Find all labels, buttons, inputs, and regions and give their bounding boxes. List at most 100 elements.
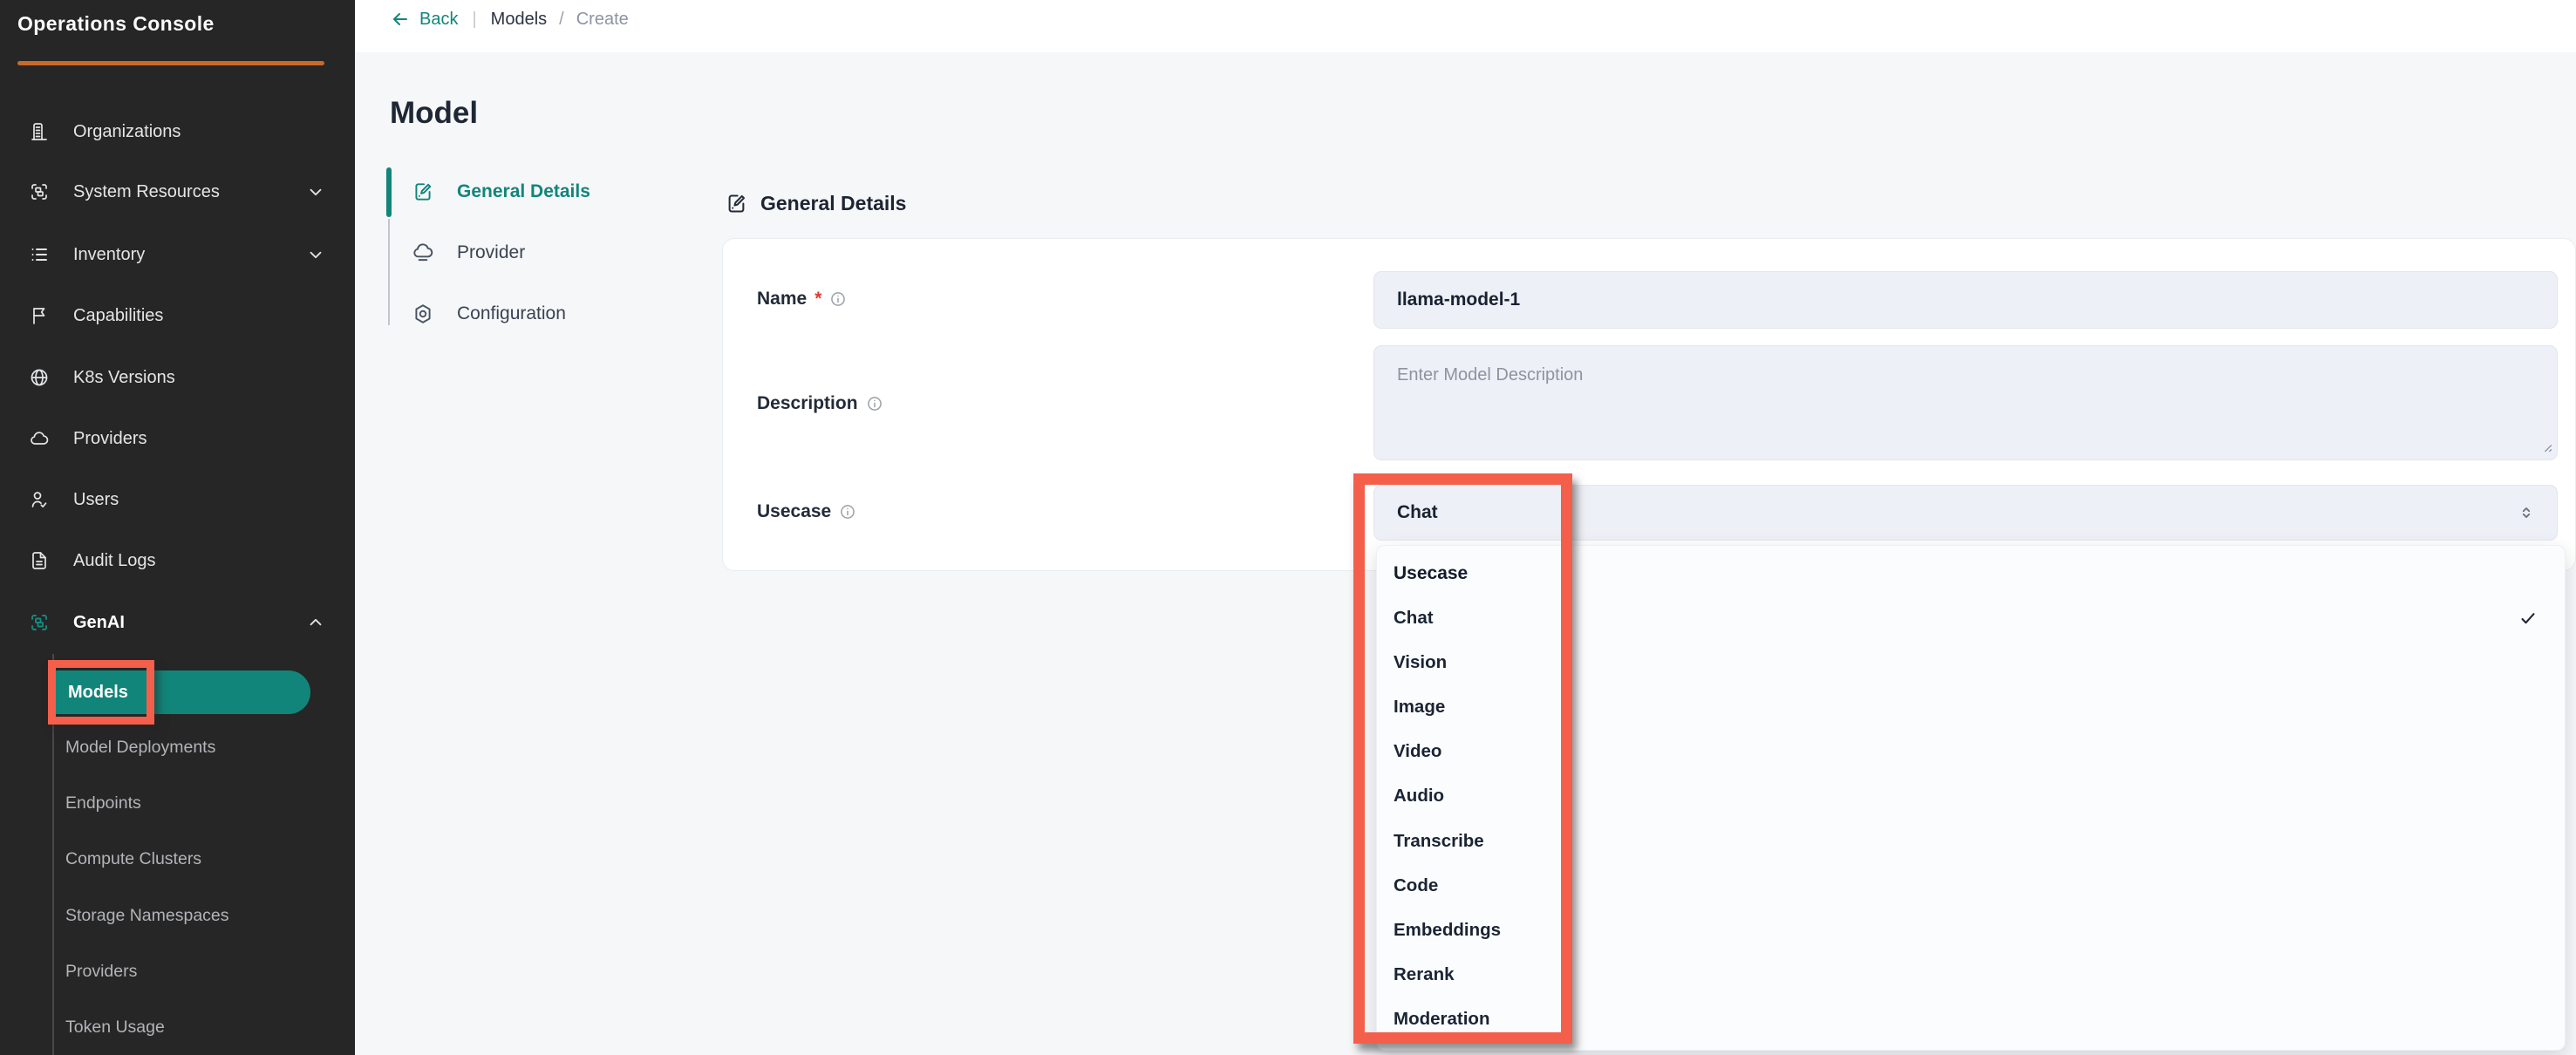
sidebar-item-capabilities[interactable]: Capabilities [0, 295, 355, 337]
info-icon[interactable] [866, 395, 883, 412]
sidebar-subitem-models[interactable]: Models [54, 670, 310, 714]
sidebar-item-label: Providers [73, 429, 147, 449]
option-label: Image [1394, 697, 1445, 718]
option-label: Transcribe [1394, 831, 1484, 852]
label-text: Name [757, 289, 807, 310]
breadcrumb: Back | Models / Create [390, 0, 629, 38]
step-label: Provider [457, 242, 525, 263]
sidebar-subitem-model-deployments[interactable]: Model Deployments [65, 730, 215, 765]
option-label: Moderation [1394, 1009, 1489, 1030]
dropdown-option-rerank[interactable]: Rerank [1377, 953, 2565, 997]
option-label: Vision [1394, 652, 1447, 673]
sidebar-item-label: Capabilities [73, 306, 163, 326]
sidebar-item-users[interactable]: Users [0, 479, 355, 521]
option-label: Code [1394, 875, 1438, 896]
settings-hex-icon [412, 303, 434, 325]
dropdown-option-moderation[interactable]: Moderation [1377, 997, 2565, 1042]
flag-icon [29, 305, 50, 326]
info-icon[interactable] [839, 503, 856, 521]
option-label: Audio [1394, 786, 1444, 807]
sidebar-item-inventory[interactable]: Inventory [0, 234, 355, 276]
dropdown-option-video[interactable]: Video [1377, 730, 2565, 774]
step-track [388, 219, 390, 325]
dropdown-option-vision[interactable]: Vision [1377, 640, 2565, 684]
sidebar-subitem-label: Token Usage [65, 1018, 165, 1038]
check-icon [2518, 608, 2539, 629]
sidebar-item-label: Users [73, 490, 119, 510]
screen: Operations Console Organizations System … [0, 0, 2576, 1055]
sidebar-accent-rule [17, 61, 324, 65]
option-label: Video [1394, 741, 1441, 762]
option-label: Chat [1394, 608, 1434, 629]
breadcrumb-current: Create [576, 10, 629, 30]
sidebar: Operations Console Organizations System … [0, 0, 355, 1055]
sidebar-subitem-endpoints[interactable]: Endpoints [65, 786, 141, 820]
sidebar-subitem-token-usage[interactable]: Token Usage [65, 1010, 165, 1045]
dropdown-option-embeddings[interactable]: Embeddings [1377, 908, 2565, 952]
name-input[interactable] [1373, 271, 2558, 329]
name-label: Name * [757, 289, 847, 310]
page-title: Model [390, 96, 478, 131]
description-textarea[interactable] [1373, 345, 2558, 460]
sidebar-item-organizations[interactable]: Organizations [0, 111, 355, 153]
dropdown-header: Usecase [1377, 552, 2565, 596]
sidebar-item-label: Inventory [73, 245, 145, 265]
step-label: General Details [457, 181, 590, 202]
sidebar-item-label: System Resources [73, 182, 220, 202]
breadcrumb-models-link[interactable]: Models [491, 10, 547, 30]
select-spinner-icon [2517, 503, 2536, 522]
genai-scan-icon [29, 612, 50, 633]
section-header: General Details [725, 192, 906, 215]
scan-icon [29, 181, 50, 202]
sidebar-subitem-label: Storage Namespaces [65, 906, 229, 926]
step-general-details[interactable]: General Details [412, 173, 590, 211]
step-configuration[interactable]: Configuration [412, 295, 566, 333]
dropdown-option-image[interactable]: Image [1377, 684, 2565, 729]
sidebar-item-providers[interactable]: Providers [0, 418, 355, 459]
sidebar-subitem-label: Endpoints [65, 793, 141, 813]
step-label: Configuration [457, 303, 566, 324]
back-arrow-icon[interactable] [390, 9, 411, 30]
breadcrumb-slash: / [559, 10, 564, 30]
resize-handle-icon[interactable] [2536, 436, 2553, 453]
chevron-down-icon [306, 245, 325, 264]
list-icon [29, 244, 50, 265]
chevron-up-icon [306, 613, 325, 632]
sidebar-subitem-providers[interactable]: Providers [65, 954, 137, 989]
dropdown-option-code[interactable]: Code [1377, 863, 2565, 908]
usecase-selected-value: Chat [1397, 502, 1438, 523]
required-asterisk: * [814, 289, 821, 310]
step-provider[interactable]: Provider [412, 234, 525, 272]
sidebar-item-label: Audit Logs [73, 551, 156, 571]
topbar [355, 0, 2576, 52]
cloud-icon [412, 242, 434, 264]
sidebar-item-genai[interactable]: GenAI [0, 602, 355, 643]
option-label: Embeddings [1394, 920, 1501, 941]
info-icon[interactable] [829, 290, 847, 308]
sidebar-subitem-storage-namespaces[interactable]: Storage Namespaces [65, 898, 229, 933]
dropdown-option-transcribe[interactable]: Transcribe [1377, 819, 2565, 863]
usecase-select[interactable]: Chat [1373, 485, 2558, 541]
breadcrumb-back-link[interactable]: Back [419, 10, 458, 30]
usecase-dropdown: Usecase Chat Vision Image Video Audio Tr… [1376, 545, 2566, 1051]
sidebar-subitem-label: Models [68, 683, 128, 703]
cloud-icon [29, 428, 50, 449]
globe-icon [29, 367, 50, 388]
dropdown-option-chat[interactable]: Chat [1377, 596, 2565, 640]
label-text: Description [757, 393, 858, 414]
doc-edit-icon [725, 192, 748, 215]
sidebar-item-system-resources[interactable]: System Resources [0, 171, 355, 213]
chevron-down-icon [306, 182, 325, 201]
sidebar-subitem-compute-clusters[interactable]: Compute Clusters [65, 841, 201, 876]
sidebar-item-label: K8s Versions [73, 368, 175, 388]
app-title: Operations Console [17, 12, 215, 36]
option-label: Rerank [1394, 964, 1455, 985]
sidebar-item-k8s-versions[interactable]: K8s Versions [0, 357, 355, 398]
dropdown-option-audio[interactable]: Audio [1377, 774, 2565, 819]
sidebar-item-label: GenAI [73, 613, 125, 633]
sidebar-subitem-label: Model Deployments [65, 738, 215, 758]
file-icon [29, 550, 50, 571]
sidebar-item-audit-logs[interactable]: Audit Logs [0, 540, 355, 582]
sidebar-subitem-label: Compute Clusters [65, 849, 201, 869]
sidebar-subitem-label: Providers [65, 962, 137, 982]
